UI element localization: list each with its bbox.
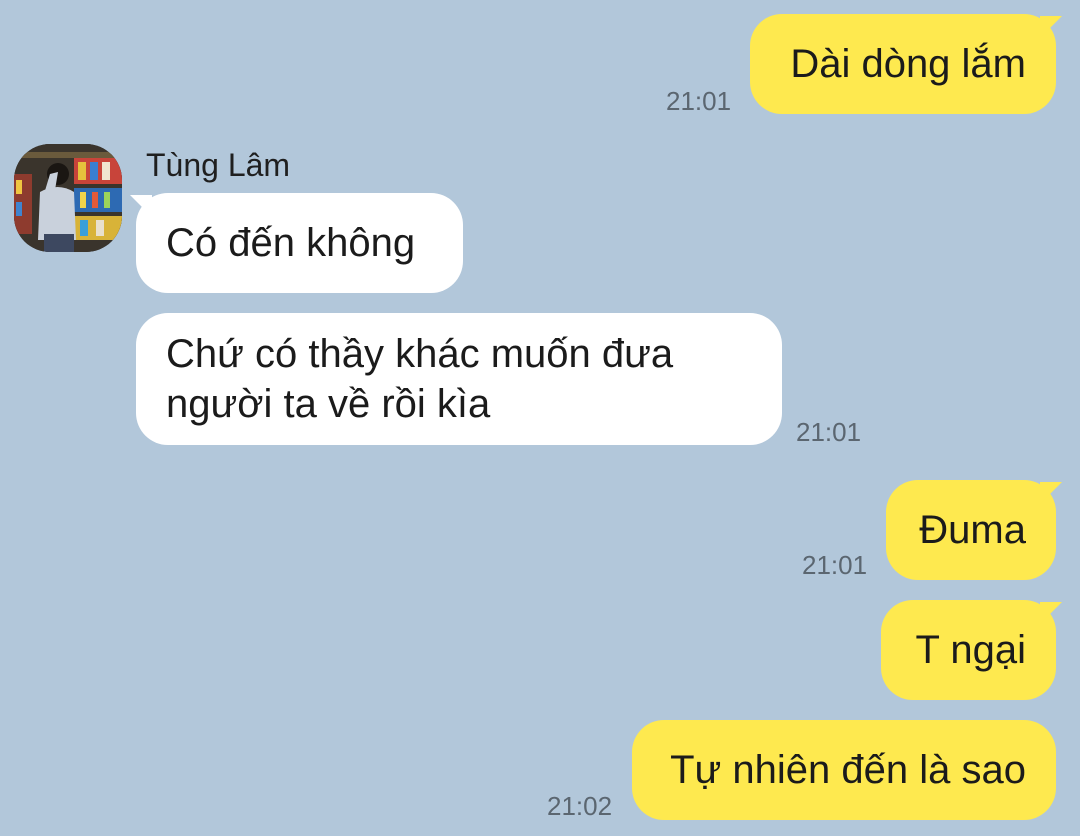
message-text: T ngại [915,628,1026,672]
message-timestamp: 21:02 [547,791,613,821]
message-text-line: người ta về rồi kìa [166,382,491,426]
bubble-tail [1040,602,1062,624]
bubble-tail [130,195,152,217]
message-timestamp: 21:01 [666,86,732,116]
message-text: Có đến không [166,221,416,265]
contact-avatar[interactable] [14,144,122,252]
incoming-message-bubble[interactable]: Có đến không [136,193,463,293]
message-timestamp: 21:01 [796,417,862,447]
message-timestamp: 21:01 [802,550,868,580]
profile-photo-icon [14,144,122,252]
bubble-tail [1040,16,1062,38]
message-text-line: Chứ có thầy khác muốn đưa [166,332,674,376]
bubble-tail [1040,482,1062,504]
message-text: Đuma [919,508,1026,552]
incoming-message-bubble[interactable]: Chứ có thầy khác muốn đưa người ta về rồ… [136,313,782,445]
outgoing-message-bubble[interactable]: Tự nhiên đến là sao [632,720,1056,820]
outgoing-message-bubble[interactable]: Dài dòng lắm [750,14,1056,114]
message-text: Tự nhiên đến là sao [670,748,1026,792]
sender-name: Tùng Lâm [146,147,291,183]
outgoing-message-bubble[interactable]: Đuma [886,480,1056,580]
message-text: Dài dòng lắm [790,42,1026,86]
outgoing-message-bubble[interactable]: T ngại [881,600,1056,700]
